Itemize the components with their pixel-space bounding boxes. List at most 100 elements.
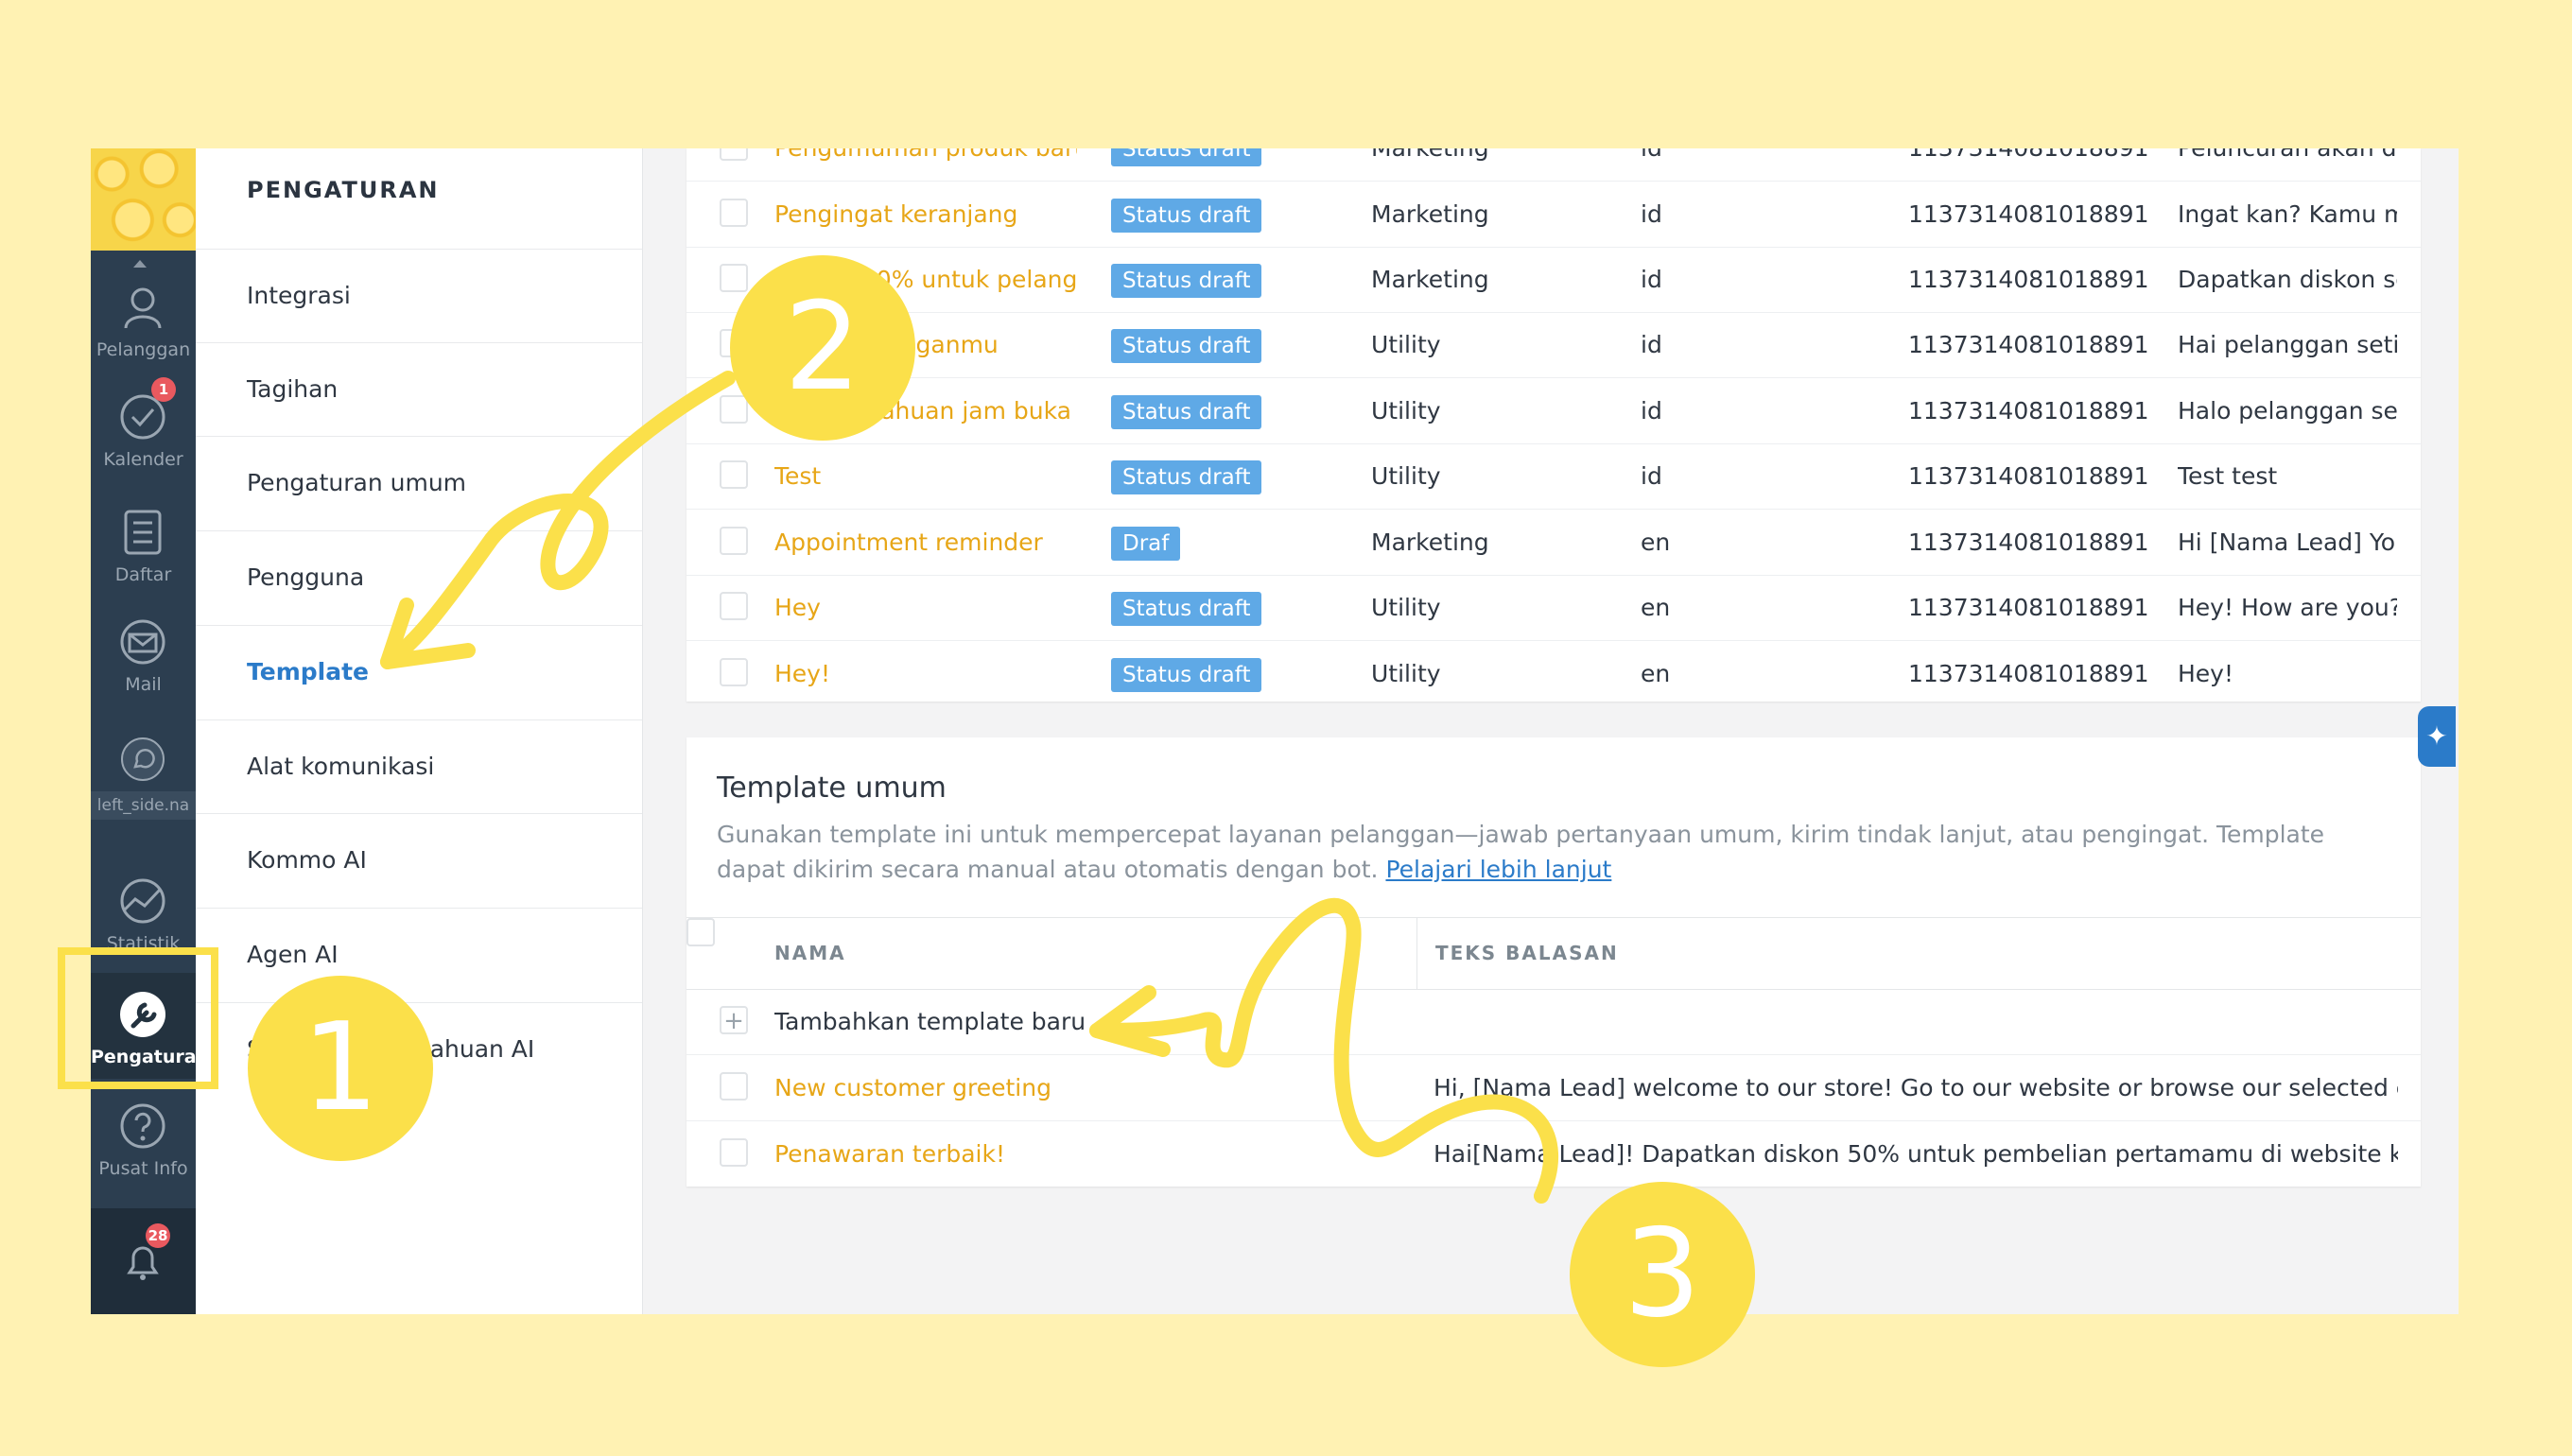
template-language: id (1641, 331, 1662, 358)
table-row[interactable]: Pemberitahuan jam buka tokoStatus draftU… (686, 378, 2421, 444)
template-category: Marketing (1371, 529, 1489, 556)
row-checkbox[interactable] (720, 658, 748, 686)
template-language: id (1641, 148, 1754, 181)
nav-label: left_side.na (91, 791, 196, 820)
template-account: 1137314081018891 (1908, 462, 2149, 490)
template-language: id (1641, 266, 1662, 293)
table-row[interactable]: Hey Status draft Utility en 1137314081018891… (686, 575, 2421, 641)
table-row[interactable]: Appointment reminder Draf Marketing en 11373… (686, 510, 2421, 576)
menu-item-kommo-ai[interactable]: Kommo AI (196, 813, 642, 908)
menu-item-agen-ai[interactable]: Agen AI (196, 908, 642, 1002)
table-row[interactable]: Test Status draft Utility id 113731408101889… (686, 443, 2421, 510)
template-text: Ingat kan? Kamu me (2178, 200, 2397, 228)
row-checkbox[interactable] (720, 460, 748, 489)
template-text: Hi [Nama Lead] You (2178, 529, 2397, 556)
row-checkbox[interactable] (720, 1072, 748, 1101)
status-badge: Status draft (1111, 329, 1262, 363)
plus-icon[interactable]: + (720, 1006, 748, 1034)
row-checkbox[interactable] (720, 199, 748, 227)
step-badge-2: 2 (730, 255, 915, 441)
learn-more-link[interactable]: Pelajari lebih lanjut (1385, 856, 1611, 883)
table-row[interactable]: Pengumuman produk baru Status draft Market… (686, 148, 2421, 182)
template-name[interactable]: New customer greeting (774, 1055, 1399, 1120)
col-name-header[interactable]: NAMA (774, 918, 846, 989)
template-name[interactable]: Hey! (774, 641, 1077, 702)
template-name[interactable]: Pengumuman produk baru (774, 148, 1077, 181)
menu-label: Integrasi (247, 282, 351, 309)
nav-item-pusat-info[interactable]: Pusat Info (91, 1084, 196, 1190)
row-checkbox[interactable] (720, 592, 748, 620)
select-all-checkbox[interactable] (686, 918, 715, 946)
nav-label: Kalender (103, 449, 183, 470)
template-name[interactable]: Pengingat keranjang (774, 182, 1077, 247)
nav-item-pelanggan[interactable]: Pelanggan (91, 266, 196, 372)
col-text-header[interactable]: TEKS BALASAN (1435, 918, 1619, 989)
template-account: 1137314081018891 (1908, 331, 2149, 358)
menu-item-alat-komunikasi[interactable]: Alat komunikasi (196, 719, 642, 814)
row-checkbox[interactable] (720, 395, 748, 424)
table-row[interactable]: Hey! Status draft Utility en 113731408101889… (686, 641, 2421, 702)
template-name[interactable]: Hey (774, 575, 1077, 640)
ai-assistant-button[interactable]: ✦ (2418, 706, 2456, 767)
template-account: 1137314081018891 (1908, 200, 2149, 228)
menu-item-tagihan[interactable]: Tagihan (196, 342, 642, 437)
row-checkbox[interactable] (720, 264, 748, 292)
menu-item-pengguna[interactable]: Pengguna (196, 530, 642, 625)
menu-label: Pengaturan umum (247, 469, 467, 496)
nav-item-whatsapp[interactable]: left_side.na (91, 733, 196, 827)
template-account: 1137314081018891 (1908, 397, 2149, 425)
template-account: 1137314081018891 (1908, 529, 2149, 556)
template-text: Hai[Nama Lead]! Dapatkan diskon 50% untu… (1434, 1140, 2398, 1168)
app-window: Pelanggan 1 Kalender Daftar Mail left_si… (91, 148, 2459, 1314)
row-checkbox[interactable] (720, 527, 748, 555)
notifications-button[interactable]: 28 (91, 1208, 196, 1314)
nav-item-kalender[interactable]: 1 Kalender (91, 375, 196, 481)
template-language: en (1641, 660, 1671, 687)
template-account: 1137314081018891 (1908, 266, 2149, 293)
main-nav: Pelanggan 1 Kalender Daftar Mail left_si… (91, 148, 196, 1314)
nav-item-mail[interactable]: Mail (91, 600, 196, 706)
template-name[interactable]: Test (774, 443, 1077, 509)
table-row[interactable]: Halo pelangganmuStatus draftUtilityid113… (686, 312, 2421, 378)
template-category: Utility (1371, 397, 1441, 425)
template-language: id (1641, 462, 1662, 490)
avatar[interactable] (91, 148, 196, 251)
table-row[interactable]: Diskon 20% untuk pelangganStatus draftMa… (686, 247, 2421, 313)
row-checkbox[interactable] (720, 148, 748, 161)
menu-item-pengaturan-umum[interactable]: Pengaturan umum (196, 436, 642, 530)
nav-item-daftar[interactable]: Daftar (91, 491, 196, 597)
template-language: en (1641, 594, 1671, 621)
template-name[interactable]: Penawaran terbaik! (774, 1121, 1399, 1187)
template-name[interactable]: Appointment reminder (774, 510, 1077, 575)
status-badge: Status draft (1111, 460, 1262, 494)
nav-label: Mail (125, 674, 162, 695)
nav-label: Daftar (114, 564, 172, 585)
table-row[interactable]: Penawaran terbaik! Hai[Nama Lead]! Dapat… (686, 1121, 2421, 1187)
help-icon (120, 1103, 165, 1149)
add-template-row[interactable]: + Tambahkan template baru (686, 989, 2421, 1055)
template-text: Dapatkan diskon se (2178, 266, 2397, 293)
templates-table: Pengumuman produk baru Status draft Market… (686, 148, 2421, 702)
highlight-box (58, 947, 218, 1089)
table-row[interactable]: New customer greeting Hi, [Nama Lead] we… (686, 1055, 2421, 1121)
template-category: Utility (1371, 660, 1441, 687)
add-template-label[interactable]: Tambahkan template baru (774, 989, 1086, 1054)
template-category: Utility (1371, 462, 1441, 490)
template-category: Utility (1371, 594, 1441, 621)
template-text: Hai pelanggan setia (2178, 331, 2397, 358)
stats-icon (120, 878, 165, 924)
template-category: Marketing (1371, 148, 1608, 181)
menu-item-template[interactable]: Template (196, 625, 642, 719)
template-text: Hi, [Nama Lead] welcome to our store! Go… (1434, 1074, 2398, 1101)
whatsapp-icon (121, 737, 165, 781)
step-badge-3: 3 (1570, 1182, 1755, 1367)
menu-item-integrasi[interactable]: Integrasi (196, 249, 642, 343)
customers-icon (124, 287, 162, 329)
menu-label: Pengguna (247, 563, 365, 591)
settings-title: PENGATURAN (247, 177, 440, 203)
template-category: Marketing (1371, 200, 1489, 228)
settings-menu: PENGATURAN Integrasi Tagihan Pengaturan … (196, 148, 643, 1314)
table-row[interactable]: Pengingat keranjang Status draft Marketing… (686, 182, 2421, 248)
status-badge: Status draft (1111, 199, 1262, 233)
row-checkbox[interactable] (720, 1138, 748, 1167)
